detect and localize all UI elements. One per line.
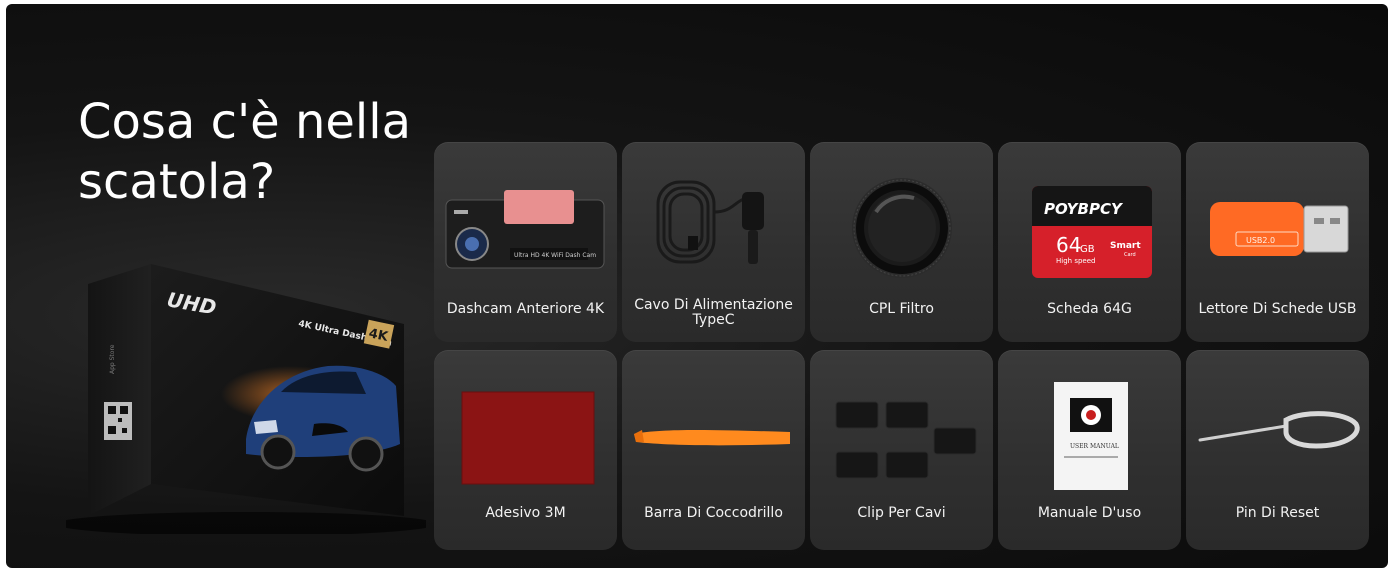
item-card-pry-bar: Barra Di Coccodrillo (622, 350, 805, 550)
usb-reader-icon: USB2.0 (1186, 142, 1369, 282)
item-label: Manuale D'uso (1037, 505, 1142, 521)
dashcam-icon: Ultra HD 4K WiFi Dash Cam (434, 142, 617, 282)
product-box: App Store UHD 4K Ultra Dash Cam 4K (56, 254, 436, 536)
item-label: CPL Filtro (869, 301, 934, 317)
item-card-sd-card: POYBPCY 64 GB High speed Smart Card Sche… (998, 142, 1181, 342)
item-card-cable-clips: Clip Per Cavi (810, 350, 993, 550)
item-label: Adesivo 3M (485, 505, 566, 521)
svg-text:64: 64 (1056, 233, 1081, 257)
svg-text:GB: GB (1080, 244, 1095, 255)
manual-icon: USER MANUAL (998, 350, 1181, 490)
adhesive-icon (434, 350, 617, 490)
item-label: Clip Per Cavi (857, 505, 946, 521)
svg-text:High speed: High speed (1056, 257, 1095, 265)
svg-text:Card: Card (1124, 252, 1136, 258)
svg-text:USER MANUAL: USER MANUAL (1070, 443, 1119, 450)
svg-text:USB2.0: USB2.0 (1246, 236, 1275, 245)
item-card-cpl-filter: CPL Filtro (810, 142, 993, 342)
banner: Cosa c'è nella scatola? App Store UHD 4K… (6, 4, 1388, 568)
cpl-filter-icon (810, 142, 993, 282)
item-card-adhesive: Adesivo 3M (434, 350, 617, 550)
item-card-reset-pin: Pin Di Reset (1186, 350, 1369, 550)
pry-bar-icon (622, 350, 805, 490)
svg-text:Ultra HD 4K WiFi Dash Cam: Ultra HD 4K WiFi Dash Cam (514, 252, 596, 259)
cable-clips-icon (810, 350, 993, 490)
headline: Cosa c'è nella scatola? (78, 94, 411, 210)
power-cable-icon (622, 142, 805, 282)
svg-text:Smart: Smart (1110, 241, 1141, 251)
svg-text:POYBPCY: POYBPCY (1044, 200, 1124, 218)
item-label: Lettore Di Schede USB (1198, 301, 1357, 317)
item-card-usb-reader: USB2.0 Lettore Di Schede USB (1186, 142, 1369, 342)
item-card-power-cable: Cavo Di Alimentazione TypeC (622, 142, 805, 342)
svg-text:App Store: App Store (109, 344, 116, 374)
item-label: Barra Di Coccodrillo (644, 505, 783, 521)
item-label: Pin Di Reset (1235, 505, 1320, 521)
sd-card-icon: POYBPCY 64 GB High speed Smart Card (998, 142, 1181, 282)
item-card-dashcam: Ultra HD 4K WiFi Dash Cam Dashcam Anteri… (434, 142, 617, 342)
item-label: Cavo Di Alimentazione TypeC (634, 297, 793, 328)
item-label: Dashcam Anteriore 4K (446, 301, 605, 317)
item-label: Scheda 64G (1047, 301, 1132, 317)
reset-pin-icon (1186, 350, 1369, 490)
item-card-manual: USER MANUAL Manuale D'uso (998, 350, 1181, 550)
